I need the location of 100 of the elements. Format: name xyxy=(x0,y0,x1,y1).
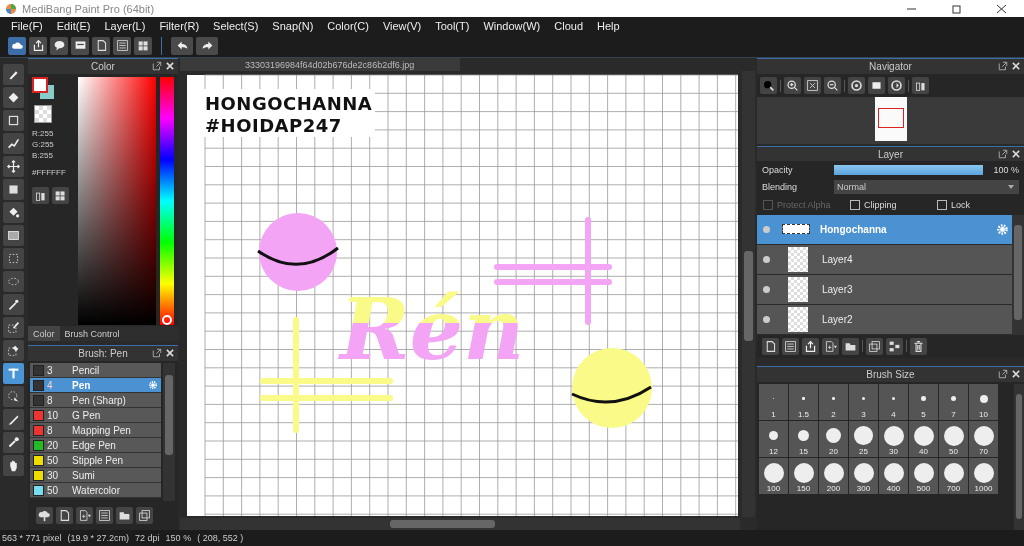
toolbar-button[interactable] xyxy=(134,36,152,55)
toolbar-button[interactable] xyxy=(71,36,89,55)
brush-panel-button[interactable] xyxy=(76,507,93,524)
layer-panel-button[interactable] xyxy=(886,338,903,355)
menu-item[interactable]: Cloud xyxy=(547,19,590,32)
menu-item[interactable]: Tool(T) xyxy=(428,19,477,32)
brush-size-option[interactable]: 10 xyxy=(969,384,998,420)
menu-item[interactable]: Filter(R) xyxy=(152,19,207,32)
scrollbar[interactable] xyxy=(1014,384,1024,530)
brush-size-option[interactable]: 200 xyxy=(819,458,848,494)
palette-button[interactable] xyxy=(32,187,49,204)
brush-item[interactable]: 8 Pen (Sharp) xyxy=(30,393,161,408)
layer-item[interactable]: Layer3 xyxy=(757,275,1012,305)
menu-item[interactable]: Select(S) xyxy=(206,19,266,32)
layer-panel-button[interactable] xyxy=(910,338,927,355)
tool-button[interactable] xyxy=(2,409,24,430)
brush-size-option[interactable]: 15 xyxy=(789,421,818,457)
tool-button[interactable] xyxy=(2,432,24,453)
brush-size-option[interactable]: 40 xyxy=(909,421,938,457)
brush-size-option[interactable]: 12 xyxy=(759,421,788,457)
brush-size-option[interactable]: 70 xyxy=(969,421,998,457)
layer-item[interactable]: Layer2 xyxy=(757,305,1012,335)
brush-size-option[interactable]: 150 xyxy=(789,458,818,494)
layer-item[interactable]: Layer4 xyxy=(757,245,1012,275)
brush-size-option[interactable]: 25 xyxy=(849,421,878,457)
menu-item[interactable]: Window(W) xyxy=(476,19,548,32)
layer-panel-button[interactable] xyxy=(822,338,839,355)
menu-item[interactable]: Help xyxy=(590,19,627,32)
menu-item[interactable]: Snap(N) xyxy=(265,19,321,32)
visibility-icon[interactable] xyxy=(763,316,770,323)
tool-button[interactable] xyxy=(2,248,24,269)
panel-tab[interactable]: Color xyxy=(28,326,60,341)
brush-panel-button[interactable] xyxy=(56,507,73,524)
brush-size-option[interactable]: 400 xyxy=(879,458,908,494)
brush-size-option[interactable]: 20 xyxy=(819,421,848,457)
brush-item[interactable]: 50 Watercolor xyxy=(30,483,161,498)
brush-size-option[interactable]: 1.5 xyxy=(789,384,818,420)
toolbar-button[interactable] xyxy=(29,36,47,55)
toolbar-button[interactable] xyxy=(113,36,131,55)
menu-item[interactable]: Color(C) xyxy=(320,19,376,32)
undo-button[interactable] xyxy=(171,36,193,55)
toolbar-button[interactable] xyxy=(92,36,110,55)
brush-item[interactable]: 20 Edge Pen xyxy=(30,438,161,453)
layer-option[interactable]: Clipping xyxy=(850,200,937,211)
checkbox[interactable] xyxy=(850,200,860,211)
layer-option[interactable]: Lock xyxy=(937,200,1024,211)
scrollbar[interactable] xyxy=(163,363,175,501)
layer-panel-button[interactable] xyxy=(842,338,859,355)
redo-button[interactable] xyxy=(196,36,218,55)
brush-size-option[interactable]: 3 xyxy=(849,384,878,420)
toolbar-button[interactable] xyxy=(50,36,68,55)
layer-panel-button[interactable] xyxy=(762,338,779,355)
checkbox[interactable] xyxy=(937,200,947,211)
document-tab[interactable]: 33303196984f64d02b676de2c86b2df6.jpg xyxy=(180,58,460,71)
brush-size-option[interactable]: 7 xyxy=(939,384,968,420)
color-swatch-icon[interactable] xyxy=(32,77,56,99)
blending-dropdown[interactable]: Normal xyxy=(834,180,1019,195)
tool-button[interactable] xyxy=(2,156,24,177)
brush-item[interactable]: 8 Mapping Pen xyxy=(30,423,161,438)
brush-size-option[interactable]: 500 xyxy=(909,458,938,494)
tool-button[interactable] xyxy=(2,340,24,361)
navigator-button[interactable] xyxy=(868,77,885,94)
scrollbar[interactable] xyxy=(180,518,740,530)
brush-size-option[interactable]: 1 xyxy=(759,384,788,420)
brush-size-option[interactable]: 4 xyxy=(879,384,908,420)
brush-size-option[interactable]: 50 xyxy=(939,421,968,457)
color-picker-area[interactable] xyxy=(78,77,156,325)
brush-panel-button[interactable] xyxy=(36,507,53,524)
tool-button[interactable] xyxy=(2,363,24,384)
tool-button[interactable] xyxy=(2,294,24,315)
layer-panel-button[interactable] xyxy=(802,338,819,355)
visibility-icon[interactable] xyxy=(763,256,770,263)
tool-button[interactable] xyxy=(2,110,24,131)
brush-size-option[interactable]: 2 xyxy=(819,384,848,420)
navigator-preview[interactable] xyxy=(874,97,907,141)
tool-button[interactable] xyxy=(2,87,24,108)
brush-panel-button[interactable] xyxy=(96,507,113,524)
opacity-slider[interactable] xyxy=(834,164,983,175)
brush-size-option[interactable]: 5 xyxy=(909,384,938,420)
palette-button[interactable] xyxy=(52,187,69,204)
tool-button[interactable] xyxy=(2,202,24,223)
brush-item[interactable]: 3 Pencil xyxy=(30,363,161,378)
brush-size-option[interactable]: 30 xyxy=(879,421,908,457)
brush-size-option[interactable]: 300 xyxy=(849,458,878,494)
layer-panel-button[interactable] xyxy=(866,338,883,355)
menu-item[interactable]: Layer(L) xyxy=(97,19,153,32)
brush-item[interactable]: 10 G Pen xyxy=(30,408,161,423)
tool-button[interactable] xyxy=(2,317,24,338)
brush-panel-button[interactable] xyxy=(136,507,153,524)
layer-panel-button[interactable] xyxy=(782,338,799,355)
brush-item[interactable]: 50 Stipple Pen xyxy=(30,453,161,468)
brush-item[interactable]: 30 Sumi xyxy=(30,468,161,483)
menu-item[interactable]: File(F) xyxy=(4,19,50,32)
toolbar-button[interactable] xyxy=(8,36,26,55)
menu-item[interactable]: View(V) xyxy=(375,19,429,32)
hue-slider[interactable] xyxy=(160,77,174,325)
menu-item[interactable]: Edit(E) xyxy=(49,19,98,32)
tool-button[interactable] xyxy=(2,455,24,476)
tool-button[interactable] xyxy=(2,225,24,246)
brush-size-option[interactable]: 100 xyxy=(759,458,788,494)
